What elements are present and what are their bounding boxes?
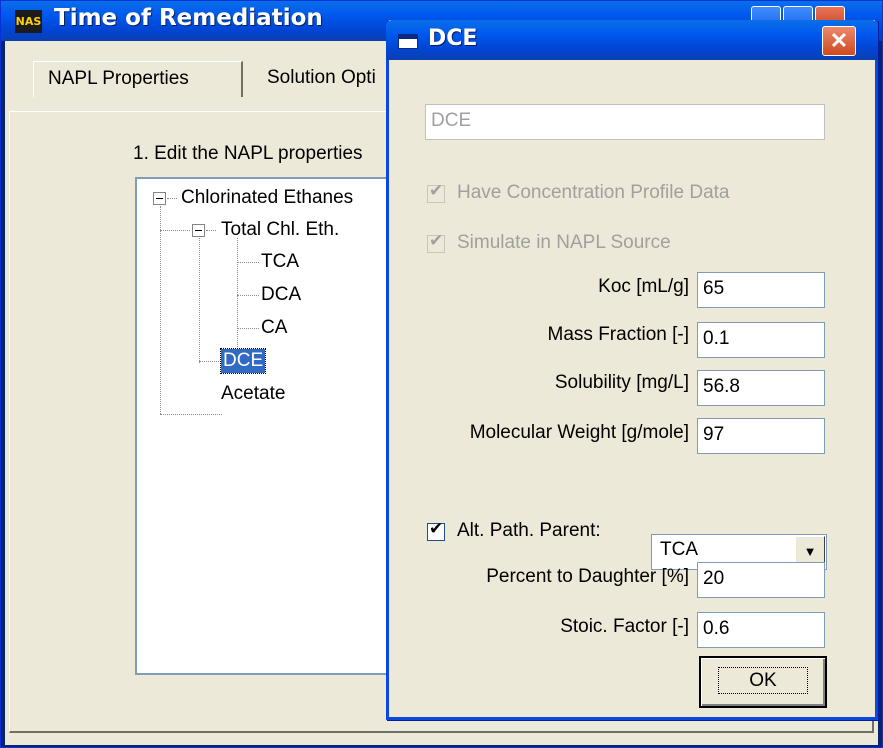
tree-connector (237, 295, 259, 296)
solubility-label: Solubility [mg/L] (554, 372, 689, 393)
tree-connector (237, 238, 238, 363)
solubility-field[interactable]: 56.8 (697, 370, 825, 406)
have-profile-checkbox: ✔ Have Concentration Profile Data (427, 181, 827, 208)
check-icon: ✔ (429, 519, 444, 538)
tab-napl-properties[interactable]: NAPL Properties (33, 61, 243, 97)
close-icon[interactable]: ✕ (822, 26, 856, 56)
dialog-titlebar[interactable]: DCE ✕ (386, 20, 878, 60)
checkbox-box: ✔ (427, 181, 445, 203)
ok-label: OK (718, 667, 808, 694)
tab-solution-options[interactable]: Solution Opti (255, 61, 395, 97)
tree-node-acetate[interactable]: Acetate (221, 382, 285, 406)
tree-connector (167, 198, 177, 199)
tree-connector (237, 262, 259, 263)
collapse-icon[interactable] (192, 224, 205, 237)
tree-node-dce[interactable]: DCE (219, 348, 267, 374)
have-profile-label: Have Concentration Profile Data (457, 182, 730, 203)
tree-connector (160, 230, 190, 231)
molecular-weight-field[interactable]: 97 (697, 418, 825, 454)
tree-node-ca[interactable]: CA (261, 316, 287, 340)
percent-daughter-field[interactable]: 20 (697, 562, 825, 598)
molecular-weight-label: Molecular Weight [g/mole] (469, 422, 689, 443)
window-icon (398, 34, 418, 49)
simulate-checkbox: ✔ Simulate in NAPL Source (427, 231, 827, 258)
tree-node-tca[interactable]: TCA (261, 250, 299, 274)
alt-path-parent-value: TCA (660, 539, 698, 560)
instruction-text: 1. Edit the NAPL properties (133, 143, 363, 164)
alt-path-parent-label: Alt. Path. Parent: (457, 520, 601, 541)
check-icon: ✔ (429, 181, 444, 200)
alt-path-parent-checkbox[interactable]: ✔ Alt. Path. Parent: (427, 519, 647, 546)
check-icon: ✔ (429, 231, 444, 250)
app-icon: NAS (15, 10, 42, 33)
dce-dialog: DCE ✕ DCE ✔ Have Concentration Profile D… (386, 20, 878, 720)
name-field: DCE (425, 104, 825, 140)
napl-tree[interactable]: Chlorinated Ethanes Total Chl. Eth. TCA … (135, 177, 405, 675)
tree-connector (199, 361, 219, 362)
stoic-factor-field[interactable]: 0.6 (697, 612, 825, 648)
tree-connector (160, 414, 222, 415)
koc-field[interactable]: 65 (697, 272, 825, 308)
checkbox-box: ✔ (427, 231, 445, 253)
tree-connector (237, 328, 259, 329)
simulate-label: Simulate in NAPL Source (457, 232, 671, 253)
tree-node-total-chl-eth[interactable]: Total Chl. Eth. (221, 218, 339, 242)
tree-node-chlorinated-ethanes[interactable]: Chlorinated Ethanes (181, 186, 353, 210)
tree-connector (206, 230, 216, 231)
dialog-title: DCE (428, 26, 478, 51)
percent-daughter-label: Percent to Daughter [%] (486, 566, 689, 587)
checkbox-box[interactable]: ✔ (427, 519, 445, 541)
tree-connector (199, 238, 200, 363)
mass-fraction-field[interactable]: 0.1 (697, 322, 825, 358)
mass-fraction-label: Mass Fraction [-] (547, 324, 689, 345)
collapse-icon[interactable] (153, 192, 166, 205)
stoic-factor-label: Stoic. Factor [-] (560, 616, 689, 637)
window-title: Time of Remediation (54, 5, 323, 31)
tree-connector (160, 206, 161, 414)
ok-button[interactable]: OK (699, 656, 827, 708)
koc-label: Koc [mL/g] (598, 276, 689, 297)
tree-node-dca[interactable]: DCA (261, 283, 301, 307)
